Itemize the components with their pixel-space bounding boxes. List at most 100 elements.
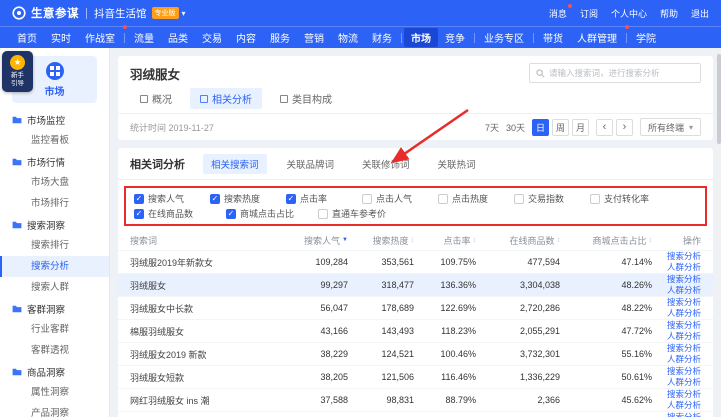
floating-helper-widget[interactable]: ★ 新手引导	[2, 51, 33, 92]
table-row[interactable]: 羽绒服女短款 38,205 121,506 116.46% 1,336,229 …	[118, 365, 713, 388]
crowd-analysis-link[interactable]: 人群分析	[667, 285, 701, 296]
crowd-analysis-link[interactable]: 人群分析	[667, 262, 701, 273]
nav-item-business-zone[interactable]: 业务专区	[477, 28, 531, 47]
metric-mall-click-share[interactable]: 商城点击占比	[226, 207, 318, 220]
checkbox-checked-icon[interactable]	[210, 194, 220, 204]
search-analysis-link[interactable]: 搜索分析	[667, 389, 701, 400]
nav-item-category[interactable]: 品类	[161, 28, 195, 47]
terminal-select[interactable]: 所有终端	[640, 118, 701, 136]
metric-search-popularity[interactable]: 搜索人气	[134, 192, 210, 205]
sidebar-group-customer-insight[interactable]: 客群洞察	[0, 298, 109, 319]
sidebar-item-market-overview[interactable]: 市场大盘	[0, 172, 109, 193]
granularity-week-button[interactable]: 周	[552, 119, 569, 136]
checkbox-checked-icon[interactable]	[134, 194, 144, 204]
table-row[interactable]: 羽绒服女2019 新款 38,229 124,521 100.46% 3,732…	[118, 342, 713, 365]
table-row[interactable]: 棉服羽绒服女 43,166 143,493 118.23% 2,055,291 …	[118, 319, 713, 342]
nav-item-traffic[interactable]: 流量	[127, 28, 161, 47]
search-analysis-link[interactable]: 搜索分析	[667, 251, 701, 262]
search-analysis-link[interactable]: 搜索分析	[667, 343, 701, 354]
col-header-search-popularity[interactable]: 搜索人气	[278, 234, 352, 247]
checkbox-checked-icon[interactable]	[286, 194, 296, 204]
prev-date-button[interactable]	[596, 119, 613, 136]
keyword-search-box[interactable]	[529, 63, 701, 83]
sidebar-item-search-crowd[interactable]: 搜索人群	[0, 277, 109, 298]
sidebar-item-search-ranking[interactable]: 搜索排行	[0, 235, 109, 256]
col-header-online-products[interactable]: 在线商品数	[480, 234, 564, 247]
sidebar-group-market-trend[interactable]: 市场行情	[0, 151, 109, 172]
nav-item-war-room[interactable]: 作战室	[78, 28, 122, 47]
table-row[interactable]: 羽绒服2019年新款女 109,284 353,561 109.75% 477,…	[118, 250, 713, 273]
col-header-keyword[interactable]: 搜索词	[130, 234, 278, 247]
vertical-scrollbar[interactable]	[716, 48, 721, 417]
nav-item-finance[interactable]: 财务	[365, 28, 399, 47]
search-analysis-link[interactable]: 搜索分析	[667, 274, 701, 285]
metric-click-popularity[interactable]: 点击人气	[362, 192, 438, 205]
logout-link[interactable]: 退出	[691, 7, 709, 20]
sidebar-item-customer-perspective[interactable]: 客群透视	[0, 340, 109, 361]
nav-item-market[interactable]: 市场	[404, 28, 438, 47]
sidebar-group-market-monitor[interactable]: 市场监控	[0, 109, 109, 130]
subtab-related-search-words[interactable]: 相关搜索词	[203, 154, 267, 174]
col-header-ctr[interactable]: 点击率	[418, 234, 480, 247]
checkbox-icon[interactable]	[318, 209, 328, 219]
range-7d-button[interactable]: 7天	[485, 121, 499, 134]
granularity-day-button[interactable]: 日	[532, 119, 549, 136]
metric-click-heat[interactable]: 点击热度	[438, 192, 514, 205]
table-row[interactable]: 羽绒服面包女 34,572 68,585 87.53% 1,011 46.19%…	[118, 411, 713, 417]
metric-trade-index[interactable]: 交易指数	[514, 192, 590, 205]
col-header-mall-click-share[interactable]: 商城点击占比	[564, 234, 656, 247]
sidebar-item-monitor-board[interactable]: 监控看板	[0, 130, 109, 151]
help-link[interactable]: 帮助	[660, 7, 678, 20]
subtab-brand-words[interactable]: 关联品牌词	[279, 154, 343, 174]
sidebar-item-search-analysis[interactable]: 搜索分析	[0, 256, 109, 277]
subtab-hot-words[interactable]: 关联热词	[430, 154, 484, 174]
checkbox-icon[interactable]	[514, 194, 524, 204]
sidebar-group-product-insight[interactable]: 商品洞察	[0, 361, 109, 382]
scrollbar-thumb[interactable]	[717, 54, 721, 144]
sort-icon[interactable]	[557, 237, 561, 244]
search-input[interactable]	[549, 68, 694, 78]
metric-ctr[interactable]: 点击率	[286, 192, 362, 205]
tab-category-composition[interactable]: 类目构成	[270, 88, 342, 109]
metric-payment-conversion[interactable]: 支付转化率	[590, 192, 666, 205]
sidebar-item-industry-customers[interactable]: 行业客群	[0, 319, 109, 340]
crowd-analysis-link[interactable]: 人群分析	[667, 377, 701, 388]
metric-ztc-reference-price[interactable]: 直通车参考价	[318, 207, 410, 220]
personal-center-link[interactable]: 个人中心	[611, 7, 647, 20]
granularity-month-button[interactable]: 月	[572, 119, 589, 136]
table-row[interactable]: 羽绒服女中长款 56,047 178,689 122.69% 2,720,286…	[118, 296, 713, 319]
search-analysis-link[interactable]: 搜索分析	[667, 320, 701, 331]
search-analysis-link[interactable]: 搜索分析	[667, 297, 701, 308]
sort-icon[interactable]	[649, 237, 653, 244]
crowd-analysis-link[interactable]: 人群分析	[667, 354, 701, 365]
range-30d-button[interactable]: 30天	[506, 121, 525, 134]
sidebar-item-market-ranking[interactable]: 市场排行	[0, 193, 109, 214]
nav-item-realtime[interactable]: 实时	[44, 28, 78, 47]
checkbox-icon[interactable]	[590, 194, 600, 204]
tab-overview[interactable]: 概况	[130, 88, 182, 109]
subtab-modifier-words[interactable]: 关联修饰词	[354, 154, 418, 174]
sidebar-group-search-insight[interactable]: 搜索洞察	[0, 214, 109, 235]
chevron-down-icon[interactable]	[182, 9, 186, 18]
crowd-analysis-link[interactable]: 人群分析	[667, 331, 701, 342]
tab-related-analysis[interactable]: 相关分析	[190, 88, 262, 109]
nav-item-audience-management[interactable]: 人群管理	[570, 28, 624, 47]
subscriptions-link[interactable]: 订阅	[580, 7, 598, 20]
checkbox-checked-icon[interactable]	[226, 209, 236, 219]
metric-search-heat[interactable]: 搜索热度	[210, 192, 286, 205]
search-analysis-link[interactable]: 搜索分析	[667, 412, 701, 417]
nav-item-marketing[interactable]: 营销	[297, 28, 331, 47]
nav-item-academy[interactable]: 学院	[629, 28, 663, 47]
crowd-analysis-link[interactable]: 人群分析	[667, 308, 701, 319]
nav-item-competition[interactable]: 竞争	[438, 28, 472, 47]
table-row[interactable]: 羽绒服女 99,297 318,477 136.36% 3,304,038 48…	[118, 273, 713, 296]
nav-item-content[interactable]: 内容	[229, 28, 263, 47]
col-header-search-heat[interactable]: 搜索热度	[352, 234, 418, 247]
messages-link[interactable]: 消息	[549, 7, 567, 20]
sidebar-item-product-insight[interactable]: 产品洞察	[0, 403, 109, 417]
nav-item-service[interactable]: 服务	[263, 28, 297, 47]
checkbox-icon[interactable]	[362, 194, 372, 204]
nav-item-logistics[interactable]: 物流	[331, 28, 365, 47]
sort-icon[interactable]	[473, 237, 477, 244]
next-date-button[interactable]	[616, 119, 633, 136]
